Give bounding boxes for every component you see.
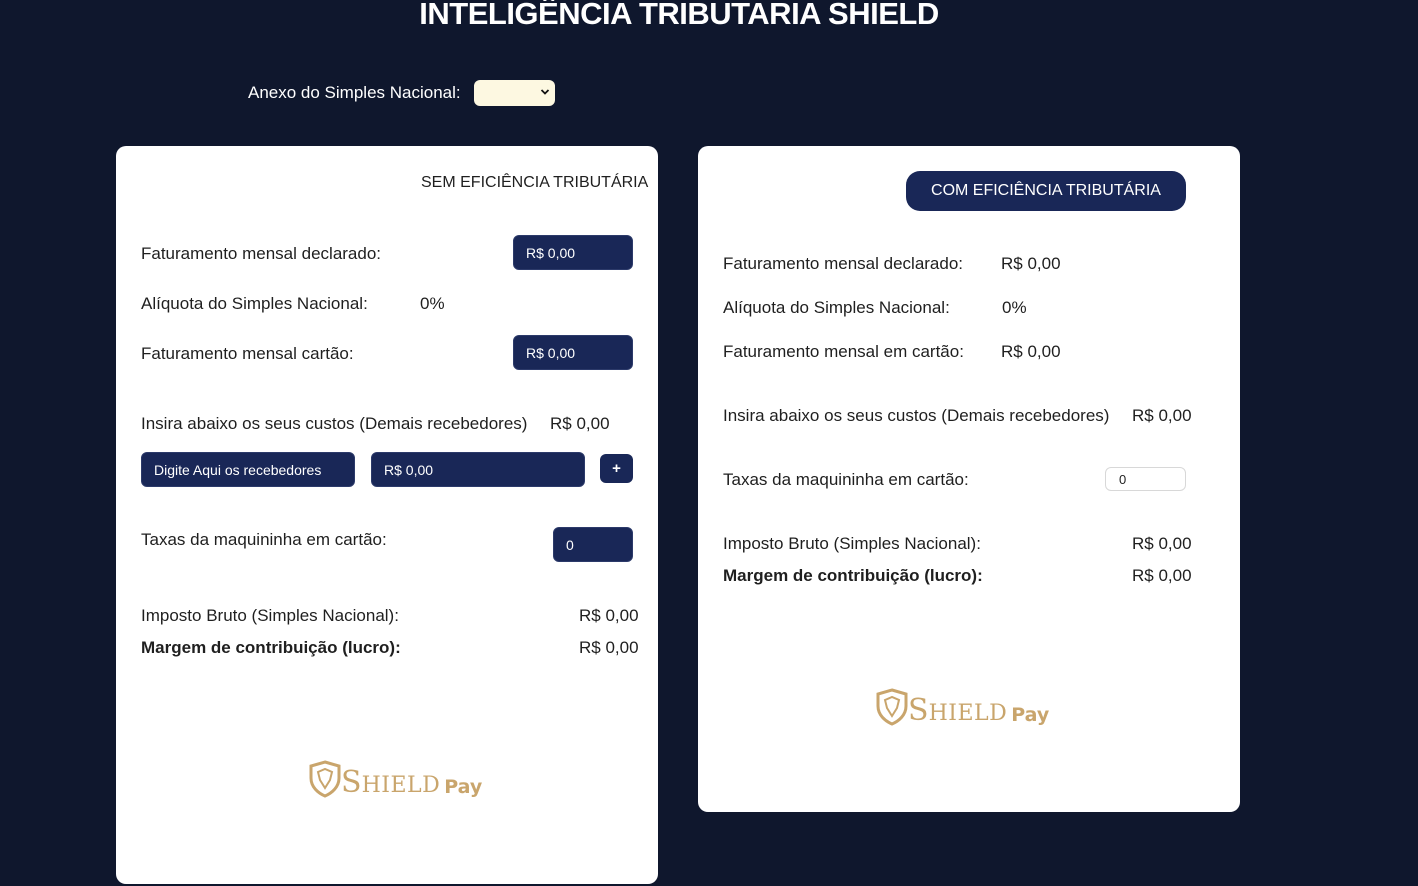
custos-total: R$ 0,00 [550, 414, 610, 433]
fat-declarado-label: Faturamento mensal declarado: [141, 244, 382, 263]
custos-label: Insira abaixo os seus custos (Demais rec… [141, 414, 528, 433]
taxas-input[interactable]: 0 [1105, 467, 1186, 491]
shield-icon [309, 760, 341, 798]
recebedor-name-input[interactable]: Digite Aqui os recebedores [141, 452, 355, 487]
card-sem-eficiencia: SEM EFICIÊNCIA TRIBUTÁRIA Faturamento me… [116, 146, 658, 884]
margem-value: R$ 0,00 [579, 638, 639, 657]
aliquota-label: Alíquota do Simples Nacional: [723, 298, 950, 317]
fat-cartao-label: Faturamento mensal em cartão: [723, 342, 964, 361]
imposto-label: Imposto Bruto (Simples Nacional): [723, 534, 981, 553]
margem-label: Margem de contribuição (lucro): [723, 566, 983, 585]
logo-letter-s: S [341, 765, 362, 800]
margem-label: Margem de contribuição (lucro): [141, 638, 401, 657]
chevron-down-icon [540, 83, 550, 104]
aliquota-label: Alíquota do Simples Nacional: [141, 294, 368, 313]
shieldpay-logo: S HIELD Pay [876, 688, 1049, 726]
anexo-row: Anexo do Simples Nacional: [248, 80, 555, 106]
fat-declarado-input[interactable]: R$ 0,00 [513, 235, 633, 270]
fat-cartao-input[interactable]: R$ 0,00 [513, 335, 633, 370]
page-title: INTELIGÊNCIA TRIBUTARIA SHIELD [419, 0, 939, 31]
fat-cartao-label: Faturamento mensal cartão: [141, 344, 354, 363]
margem-value: R$ 0,00 [1132, 566, 1192, 585]
aliquota-value: 0% [420, 294, 445, 313]
anexo-label: Anexo do Simples Nacional: [248, 83, 461, 102]
taxas-label: Taxas da maquininha em cartão: [723, 470, 969, 489]
shieldpay-logo: S HIELD Pay [309, 760, 482, 798]
card-com-eficiencia: COM EFICIÊNCIA TRIBUTÁRIA Faturamento me… [698, 146, 1240, 812]
taxas-input[interactable]: 0 [553, 527, 633, 562]
logo-word-pay: Pay [444, 776, 483, 798]
taxas-label: Taxas da maquininha em cartão: [141, 530, 387, 549]
card-title: SEM EFICIÊNCIA TRIBUTÁRIA [421, 174, 649, 191]
recebedor-value-input[interactable]: R$ 0,00 [371, 452, 585, 487]
custos-total: R$ 0,00 [1132, 406, 1192, 425]
logo-letter-s: S [908, 693, 929, 728]
fat-cartao-value: R$ 0,00 [1001, 342, 1061, 361]
add-recebedor-button[interactable]: + [600, 454, 633, 483]
custos-label: Insira abaixo os seus custos (Demais rec… [723, 406, 1110, 425]
logo-word-hield: HIELD [361, 773, 441, 798]
card-title-pill: COM EFICIÊNCIA TRIBUTÁRIA [906, 171, 1186, 211]
imposto-label: Imposto Bruto (Simples Nacional): [141, 606, 399, 625]
shield-icon [876, 688, 908, 726]
anexo-select[interactable] [473, 80, 555, 106]
logo-word-pay: Pay [1011, 704, 1050, 726]
logo-word-hield: HIELD [928, 701, 1008, 726]
fat-declarado-value: R$ 0,00 [1001, 254, 1061, 273]
aliquota-value: 0% [1002, 298, 1027, 317]
imposto-value: R$ 0,00 [579, 606, 639, 625]
fat-declarado-label: Faturamento mensal declarado: [723, 254, 964, 273]
imposto-value: R$ 0,00 [1132, 534, 1192, 553]
